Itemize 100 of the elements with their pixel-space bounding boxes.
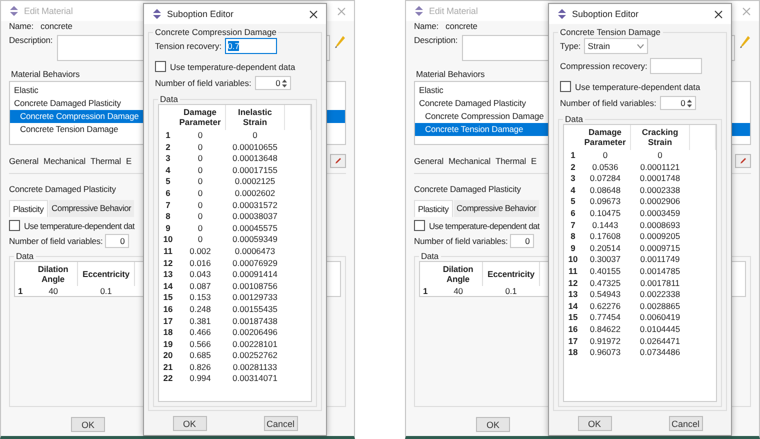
row-number: 13	[162, 269, 174, 281]
table-cell-text: 0	[196, 153, 204, 165]
table-cell-text: 0.00281133	[232, 362, 278, 374]
row-number: 2	[164, 142, 172, 154]
row-number: 1	[570, 150, 576, 162]
table-cell-text: 0.0009715	[638, 242, 682, 254]
column-header: Eccentricity	[488, 269, 534, 279]
field-variables-label: Number of field variables:	[155, 78, 252, 88]
window-title: Edit Material	[429, 6, 478, 16]
group-label: Concrete Tension Damage	[559, 27, 662, 37]
row-number: 7	[164, 200, 172, 212]
table-cell-text: 0.0011749	[639, 254, 681, 266]
column-header: Dilation Angle	[38, 264, 68, 284]
table-cell-text: 0.0264471	[638, 336, 682, 348]
row-number: 8	[164, 211, 172, 223]
name-label: Name:	[9, 21, 34, 31]
row-number: 6	[164, 188, 172, 200]
table-cell-text: 0.826	[188, 362, 212, 374]
row-number: 4	[570, 184, 576, 196]
row-number: 15	[567, 312, 579, 324]
row-number: 10	[162, 234, 174, 246]
table-cell: 0	[580, 150, 630, 162]
table-cell-text: 0.09673	[588, 196, 622, 208]
row-number: 9	[164, 222, 172, 234]
table-cell-text: 0	[196, 164, 204, 176]
table-cell-text: 0.96073	[588, 347, 622, 359]
table-cell-text: 0.10475	[588, 208, 622, 220]
table-cell-text: 0.00155435	[232, 304, 278, 316]
row-number: 16	[162, 304, 174, 316]
table-cell-text: 0.40155	[588, 266, 622, 278]
table-cell-text: 0.00252762	[232, 350, 278, 362]
window-title: Suboption Editor	[572, 9, 639, 19]
table-cell-text: 0.002	[188, 246, 212, 258]
table-cell-text: 0.00108756	[232, 280, 278, 292]
table-cell-text: 0.00038037	[232, 211, 278, 223]
table-cell-text: 0	[196, 176, 204, 188]
row-number: 10	[567, 254, 579, 266]
row-number: 5	[570, 196, 576, 208]
column-header: Cracking Strain	[642, 127, 678, 147]
table-cell-text: 0.00010655	[232, 142, 278, 154]
row-number: 22	[162, 373, 174, 386]
section-title: Concrete Damaged Plasticity	[414, 184, 521, 194]
row-number: 3	[570, 173, 576, 185]
table-cell-text: 0.016	[188, 258, 212, 270]
table-cell-text: 0.00206496	[232, 327, 278, 339]
table-cell-text: 0.0022338	[638, 289, 682, 301]
row-number: 12	[567, 278, 579, 290]
description-label: Description:	[9, 35, 53, 45]
table-cell-text: 0.07284	[588, 173, 622, 185]
table-cell-text: 0.20514	[588, 242, 622, 254]
table-cell-text: 0.466	[188, 327, 212, 339]
checkbox-label: Use temperature-dependent data	[170, 62, 296, 72]
row-number: 1	[422, 286, 429, 296]
field-variables-label: Number of field variables:	[9, 236, 103, 246]
table-cell-text: 0.0002602	[234, 188, 276, 200]
table-cell-text: 0.0002338	[638, 184, 682, 196]
table-cell-text: 0.0001121	[639, 162, 681, 174]
table-cell-text: 0.0104445	[638, 324, 682, 336]
table-cell-text: 0.153	[188, 292, 212, 304]
row-number: 18	[567, 347, 579, 359]
table-cell-text: 0.00031572	[232, 200, 278, 212]
window-title: Suboption Editor	[167, 9, 234, 19]
table-cell-text: 0.17608	[588, 231, 622, 243]
column-header: Dilation Angle	[442, 264, 474, 284]
table-cell: 0	[630, 150, 690, 162]
table-cell-text: 0.00076929	[232, 258, 278, 270]
row-number: 8	[570, 231, 576, 243]
table-cell-text: 0.0028865	[638, 300, 682, 312]
behaviors-label: Material Behaviors	[416, 69, 485, 79]
field-variables-label: Number of field variables:	[560, 98, 656, 108]
row-number: 13	[567, 289, 579, 301]
table-cell-text: 0.84622	[588, 324, 622, 336]
table-cell-text: 0.0017811	[639, 278, 681, 290]
field-variables-label: Number of field variables:	[414, 236, 508, 246]
section-title: Concrete Damaged Plasticity	[9, 184, 116, 194]
table-cell-text: 0.91972	[588, 336, 622, 348]
table-cell-text: 0.00091414	[232, 269, 278, 281]
row-number: 2	[570, 162, 576, 174]
table-cell-text: 0.566	[188, 338, 212, 350]
table-cell-text: 0.00129733	[232, 292, 278, 304]
table-cell-text: 0.0014785	[638, 266, 682, 278]
row-number: 5	[164, 176, 172, 188]
row-number: 3	[164, 153, 172, 165]
window-title: Edit Material	[24, 6, 73, 16]
table-cell: 40	[29, 286, 78, 296]
material-name: concrete	[446, 21, 478, 31]
table-cell-text: 0	[196, 211, 204, 223]
table-cell-text: 0.087	[188, 280, 212, 292]
field-label: Compression recovery:	[560, 61, 648, 71]
row-number: 17	[567, 336, 579, 348]
row-number: 6	[570, 208, 576, 220]
table-cell-text: 0.994	[188, 373, 212, 386]
checkbox-label: Use temperature-dependent data	[575, 82, 700, 92]
column-header: Eccentricity	[82, 269, 130, 279]
field-label: Tension recovery:	[155, 41, 222, 51]
row-number: 9	[570, 242, 576, 254]
row-number: 19	[162, 338, 174, 350]
row-number: 14	[162, 280, 174, 292]
table-cell-text: 0.0006473	[234, 246, 276, 258]
behaviors-label: Material Behaviors	[11, 69, 80, 79]
